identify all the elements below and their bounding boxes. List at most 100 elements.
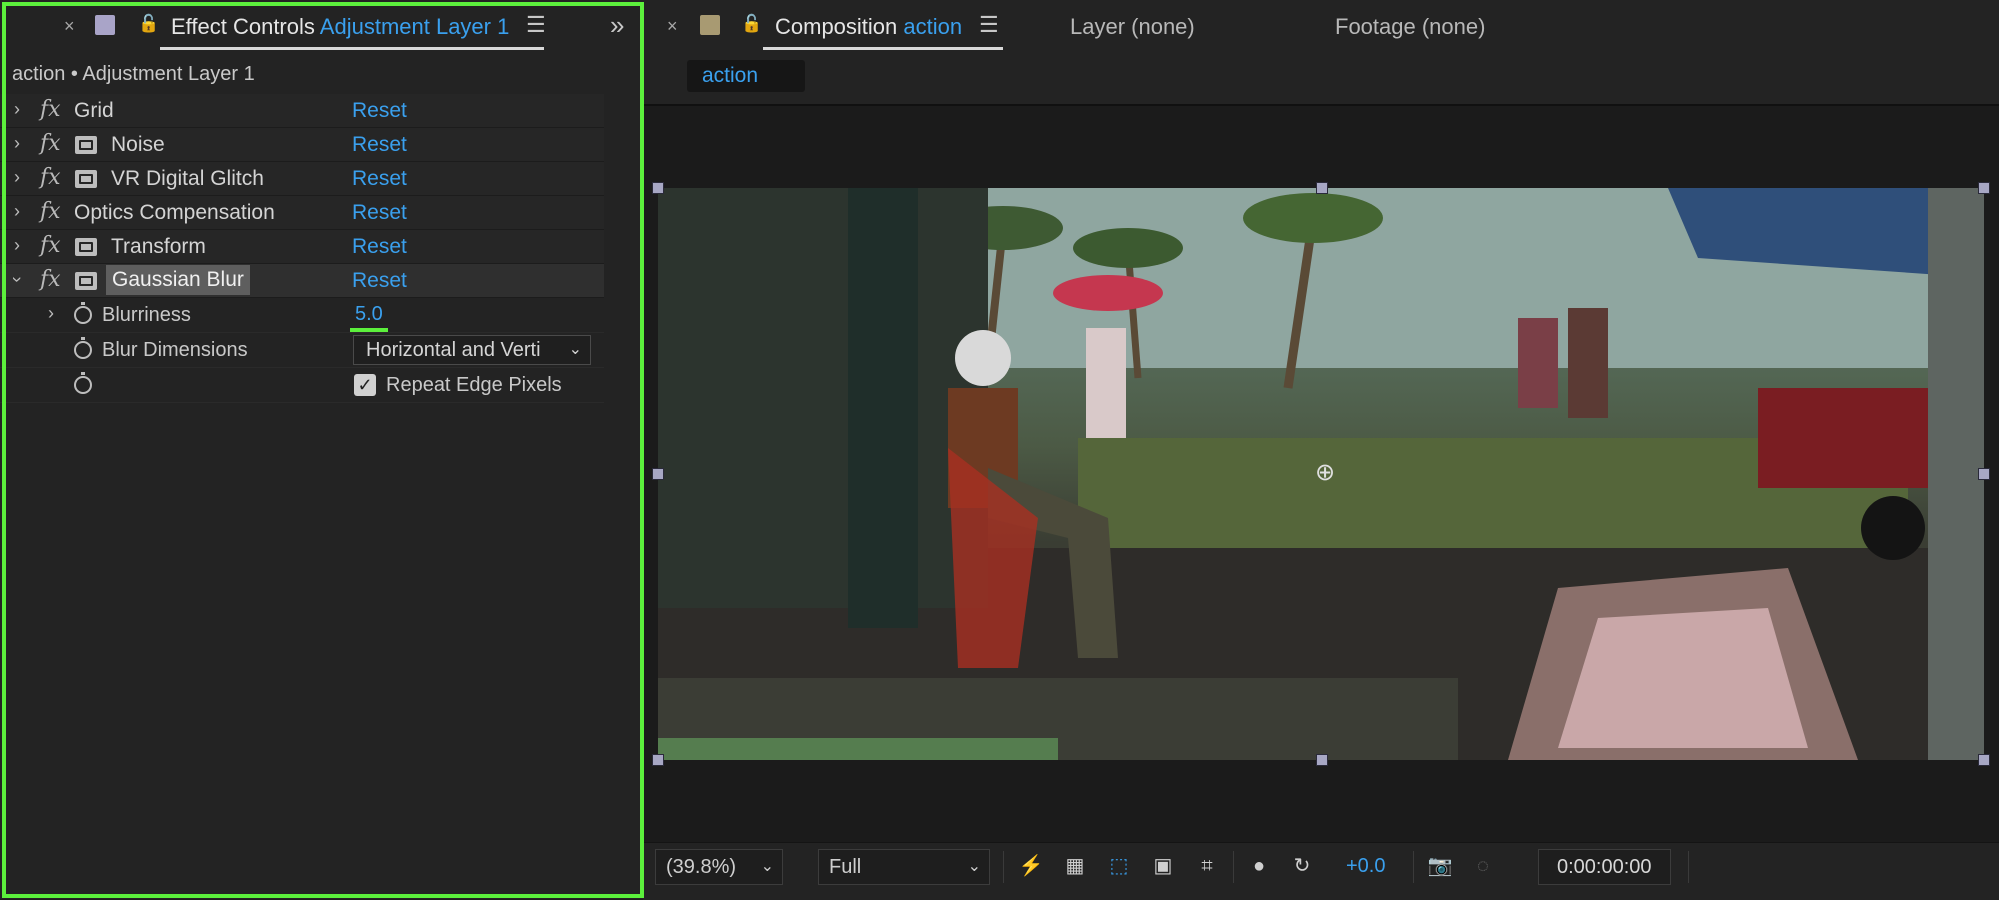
composition-panel: × 🔓 Composition action ☰ Layer (none) Fo… <box>643 0 1999 900</box>
footage-tab[interactable]: Footage (none) <box>1335 14 1485 40</box>
property-label: Blur Dimensions <box>102 339 248 361</box>
effect-controls-tabbar: × 🔓 Effect Controls Adjustment Layer 1 ☰… <box>0 0 643 50</box>
fx-toggle-icon[interactable]: fx <box>40 165 61 190</box>
divider <box>1003 851 1004 883</box>
expand-chevron-icon[interactable]: › <box>14 167 20 188</box>
effect-name[interactable]: Gaussian Blur <box>106 265 250 295</box>
transform-handle[interactable] <box>652 468 664 480</box>
fx-toggle-icon[interactable]: fx <box>40 131 61 156</box>
color-channels-icon[interactable]: ● <box>1245 853 1273 879</box>
effect-preset-icon <box>75 272 97 290</box>
expand-chevron-icon[interactable]: › <box>14 99 20 120</box>
exposure-value[interactable]: +0.0 <box>1346 855 1385 878</box>
panel-menu-icon[interactable]: ☰ <box>979 12 999 38</box>
transform-handle[interactable] <box>1978 754 1990 766</box>
lock-icon[interactable]: 🔓 <box>138 14 159 34</box>
composition-flowchart-chip[interactable]: action <box>687 60 805 92</box>
checkbox-label: Repeat Edge Pixels <box>386 374 562 396</box>
property-row-blur-dimensions: Blur Dimensions Horizontal and Verti ⌄ <box>0 333 604 368</box>
effect-row-noise[interactable]: › fx Noise Reset <box>0 128 604 162</box>
stopwatch-icon[interactable] <box>74 372 92 394</box>
expand-chevron-icon[interactable]: › <box>14 201 20 222</box>
composition-navigator: action <box>643 50 1999 106</box>
effect-row-grid[interactable]: › fx Grid Reset <box>0 94 604 128</box>
close-tab-icon[interactable]: × <box>667 16 678 37</box>
chevron-down-icon: ⌄ <box>967 858 981 875</box>
fast-previews-icon[interactable]: ⚡ <box>1017 853 1045 879</box>
value-highlight-underline <box>350 328 388 332</box>
effect-name: Optics Compensation <box>74 201 275 224</box>
divider <box>1688 851 1689 883</box>
lock-icon[interactable]: 🔓 <box>741 14 762 34</box>
magnification-value: (39.8%) <box>666 856 737 878</box>
fx-toggle-icon[interactable]: fx <box>40 199 61 224</box>
close-tab-icon[interactable]: × <box>64 16 75 37</box>
current-time-display[interactable]: 0:00:00:00 <box>1538 849 1671 885</box>
blur-dimensions-dropdown[interactable]: Horizontal and Verti ⌄ <box>353 335 591 365</box>
show-snapshot-icon[interactable]: ◌ <box>1469 853 1497 879</box>
reset-link[interactable]: Reset <box>352 167 407 191</box>
expand-panel-icon[interactable]: » <box>610 10 624 41</box>
reset-exposure-icon[interactable]: ↻ <box>1288 853 1316 879</box>
dropdown-value: Horizontal and Verti <box>366 339 541 361</box>
composition-tab[interactable]: Composition action <box>775 14 962 40</box>
grid-guides-icon[interactable]: ⌗ <box>1193 853 1221 879</box>
tab-target-layer: Adjustment Layer 1 <box>319 14 510 39</box>
panel-menu-icon[interactable]: ☰ <box>526 12 546 38</box>
resolution-dropdown[interactable]: Full ⌄ <box>818 849 990 885</box>
repeat-edge-pixels-checkbox[interactable]: ✓ <box>354 374 376 396</box>
effect-row-vr-digital-glitch[interactable]: › fx VR Digital Glitch Reset <box>0 162 604 196</box>
reset-link[interactable]: Reset <box>352 201 407 225</box>
property-label: Blurriness <box>102 304 191 326</box>
mask-path-visibility-icon[interactable]: ⬚ <box>1105 853 1133 879</box>
transform-handle[interactable] <box>1316 754 1328 766</box>
reset-link[interactable]: Reset <box>352 235 407 259</box>
effect-controls-panel: × 🔓 Effect Controls Adjustment Layer 1 ☰… <box>0 0 644 899</box>
tab-label: Effect Controls <box>171 14 315 39</box>
transparency-grid-icon[interactable]: ▦ <box>1061 853 1089 879</box>
effect-name: Grid <box>74 99 114 122</box>
property-row-repeat-edge: ✓ Repeat Edge Pixels <box>0 368 604 403</box>
property-row-blurriness: › Blurriness 5.0 <box>0 298 604 333</box>
effect-name: Transform <box>111 235 206 258</box>
fx-toggle-icon[interactable]: fx <box>40 233 61 258</box>
transform-handle[interactable] <box>1978 182 1990 194</box>
tab-label: Composition <box>775 14 898 39</box>
expand-chevron-icon[interactable]: › <box>14 133 20 154</box>
effect-row-gaussian-blur[interactable]: › fx Gaussian Blur Reset <box>0 264 604 298</box>
effect-preset-icon <box>75 170 97 188</box>
label-color-swatch[interactable] <box>95 15 115 35</box>
stopwatch-icon[interactable] <box>74 337 92 359</box>
composition-tabbar: × 🔓 Composition action ☰ Layer (none) Fo… <box>643 0 1999 50</box>
layer-tab[interactable]: Layer (none) <box>1070 14 1195 40</box>
stopwatch-icon[interactable] <box>74 302 92 324</box>
effect-name: VR Digital Glitch <box>111 167 264 190</box>
blurriness-value[interactable]: 5.0 <box>355 303 383 326</box>
tab-target-comp: action <box>903 14 963 39</box>
active-tab-underline <box>160 47 544 50</box>
label-color-swatch[interactable] <box>700 15 720 35</box>
reset-link[interactable]: Reset <box>352 99 407 123</box>
chevron-down-icon: ⌄ <box>760 858 774 875</box>
camera-snapshot-icon[interactable]: 📷 <box>1426 853 1454 879</box>
reset-link[interactable]: Reset <box>352 133 407 157</box>
effect-controls-tab[interactable]: Effect Controls Adjustment Layer 1 <box>171 14 509 40</box>
composition-viewer[interactable]: ⊕ <box>643 106 1999 842</box>
fx-toggle-icon[interactable]: fx <box>40 267 61 292</box>
anchor-point-icon[interactable]: ⊕ <box>1315 458 1335 487</box>
transform-handle[interactable] <box>1316 182 1328 194</box>
region-of-interest-icon[interactable]: ▣ <box>1149 853 1177 879</box>
reset-link[interactable]: Reset <box>352 269 407 293</box>
fx-toggle-icon[interactable]: fx <box>40 97 61 122</box>
magnification-dropdown[interactable]: (39.8%) ⌄ <box>655 849 783 885</box>
transform-handle[interactable] <box>1978 468 1990 480</box>
transform-handle[interactable] <box>652 182 664 194</box>
expand-chevron-icon[interactable]: › <box>48 303 54 324</box>
effects-list: › fx Grid Reset › fx Noise Reset › fx VR… <box>0 94 604 403</box>
expand-chevron-icon[interactable]: › <box>14 235 20 256</box>
transform-handle[interactable] <box>652 754 664 766</box>
effect-row-transform[interactable]: › fx Transform Reset <box>0 230 604 264</box>
divider <box>1233 851 1234 883</box>
collapse-chevron-icon[interactable]: › <box>7 277 28 283</box>
effect-row-optics-compensation[interactable]: › fx Optics Compensation Reset <box>0 196 604 230</box>
